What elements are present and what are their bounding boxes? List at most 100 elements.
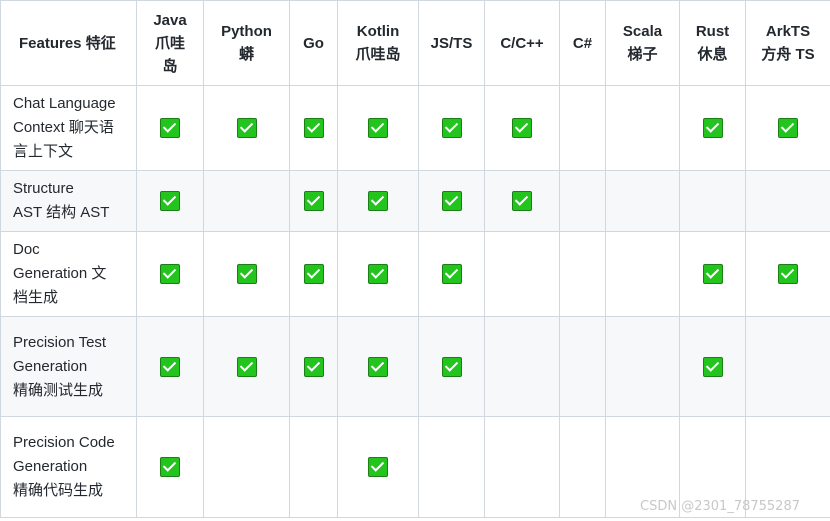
feature-label-line: Generation: [13, 357, 88, 375]
checkbox-checked-icon: [368, 457, 388, 477]
checkbox-checked-icon: [702, 264, 723, 284]
checkbox-checked-icon: [160, 457, 180, 477]
column-header-line: 方舟 TS: [761, 46, 815, 63]
support-cell: [289, 316, 338, 417]
feature-label: Doc Generation 文档生成: [0, 231, 137, 317]
support-cell: [484, 231, 560, 317]
support-cell: [418, 416, 485, 518]
feature-label-line: 言上下文: [13, 143, 74, 160]
header-row: Features 特征 Java 爪哇岛 Python 蟒 Go Kotlin 爪哇岛…: [0, 0, 830, 86]
checkbox-checked-icon: [160, 118, 180, 138]
checkbox-checked-icon: [778, 264, 798, 284]
checkbox-checked-icon: [512, 118, 532, 138]
column-header: C#: [559, 0, 606, 86]
table-row: Precision Test Generation 精确测试生成: [0, 316, 830, 417]
checkbox-checked-icon: [160, 356, 180, 377]
support-cell: [289, 231, 338, 317]
support-cell: [484, 316, 560, 417]
column-header-line: ArkTS: [765, 23, 811, 40]
column-header: Python 蟒: [203, 0, 290, 86]
support-cell: [337, 316, 419, 417]
checkbox-checked-icon: [236, 264, 257, 284]
support-cell: [289, 170, 338, 232]
table-row: Doc Generation 文档生成: [0, 231, 830, 317]
feature-label-line: 精确代码生成: [13, 482, 104, 499]
feature-label: Structure AST 结构 AST: [0, 170, 137, 232]
support-cell: [559, 416, 606, 518]
column-header-line: Go: [303, 34, 324, 52]
support-cell: [203, 231, 290, 317]
support-cell: [136, 316, 204, 417]
support-cell: [745, 85, 830, 171]
support-cell: [605, 231, 680, 317]
feature-label-line: Precision Test: [13, 333, 107, 351]
column-header-line: 爪哇岛: [355, 46, 401, 63]
support-cell: [337, 85, 419, 171]
feature-label-line: Context 聊天语: [13, 119, 114, 136]
checkbox-checked-icon: [303, 191, 324, 211]
feature-table: Features 特征 Java 爪哇岛 Python 蟒 Go Kotlin 爪哇岛…: [0, 0, 830, 518]
column-header-line: 休息: [697, 46, 728, 63]
column-header-line: 岛: [162, 57, 178, 75]
column-header-line: JS/TS: [430, 34, 473, 52]
support-cell: [203, 316, 290, 417]
checkbox-checked-icon: [778, 118, 798, 138]
checkbox-checked-icon: [303, 264, 324, 284]
checkbox-checked-icon: [441, 356, 462, 377]
column-header: ArkTS 方舟 TS: [745, 0, 830, 86]
feature-label-line: Structure: [13, 180, 74, 197]
support-cell: [337, 416, 419, 518]
support-cell: [289, 416, 338, 518]
checkbox-checked-icon: [368, 356, 388, 377]
support-cell: [484, 170, 560, 232]
support-cell: [203, 170, 290, 232]
feature-label-line: AST 结构 AST: [13, 204, 110, 221]
support-cell: [605, 316, 680, 417]
support-cell: [559, 316, 606, 417]
column-header-line: Rust: [695, 23, 730, 40]
support-cell: [605, 170, 680, 232]
support-cell: [605, 85, 680, 171]
support-cell: [136, 85, 204, 171]
column-header: Kotlin 爪哇岛: [337, 0, 419, 86]
checkbox-checked-icon: [441, 191, 462, 211]
checkbox-checked-icon: [368, 118, 388, 138]
support-cell: [679, 85, 746, 171]
column-header-line: C/C++: [500, 34, 544, 52]
support-cell: [136, 231, 204, 317]
column-header-line: 爪哇: [154, 34, 185, 52]
watermark: CSDN @2301_78755287: [640, 499, 800, 514]
feature-label-line: Generation: [13, 458, 88, 475]
checkbox-checked-icon: [236, 356, 257, 377]
checkbox-checked-icon: [160, 191, 180, 211]
support-cell: [337, 170, 419, 232]
support-cell: [337, 231, 419, 317]
support-cell: [679, 170, 746, 232]
table-row: Structure AST 结构 AST: [0, 170, 830, 232]
feature-label-line: 精确测试生成: [13, 381, 104, 399]
support-cell: [484, 85, 560, 171]
column-header: Go: [289, 0, 338, 86]
support-cell: [418, 170, 485, 232]
support-cell: [745, 170, 830, 232]
support-cell: [418, 231, 485, 317]
support-cell: [418, 316, 485, 417]
checkbox-checked-icon: [236, 118, 257, 138]
feature-label-line: 档生成: [13, 289, 59, 306]
column-header-line: Python: [221, 23, 272, 40]
checkbox-checked-icon: [368, 191, 388, 211]
column-header-line: 蟒: [238, 46, 254, 63]
support-cell: [559, 170, 606, 232]
support-cell: [418, 85, 485, 171]
feature-label: Chat Language Context 聊天语 言上下文: [0, 85, 137, 171]
support-cell: [484, 416, 560, 518]
support-cell: [289, 85, 338, 171]
checkbox-checked-icon: [702, 118, 723, 138]
feature-label-line: Doc: [13, 241, 40, 258]
feature-label-line: Chat Language: [13, 95, 116, 112]
support-cell: [745, 316, 830, 417]
table-row: Chat Language Context 聊天语 言上下文: [0, 85, 830, 171]
support-cell: [203, 416, 290, 518]
support-cell: [745, 231, 830, 317]
support-cell: [559, 85, 606, 171]
